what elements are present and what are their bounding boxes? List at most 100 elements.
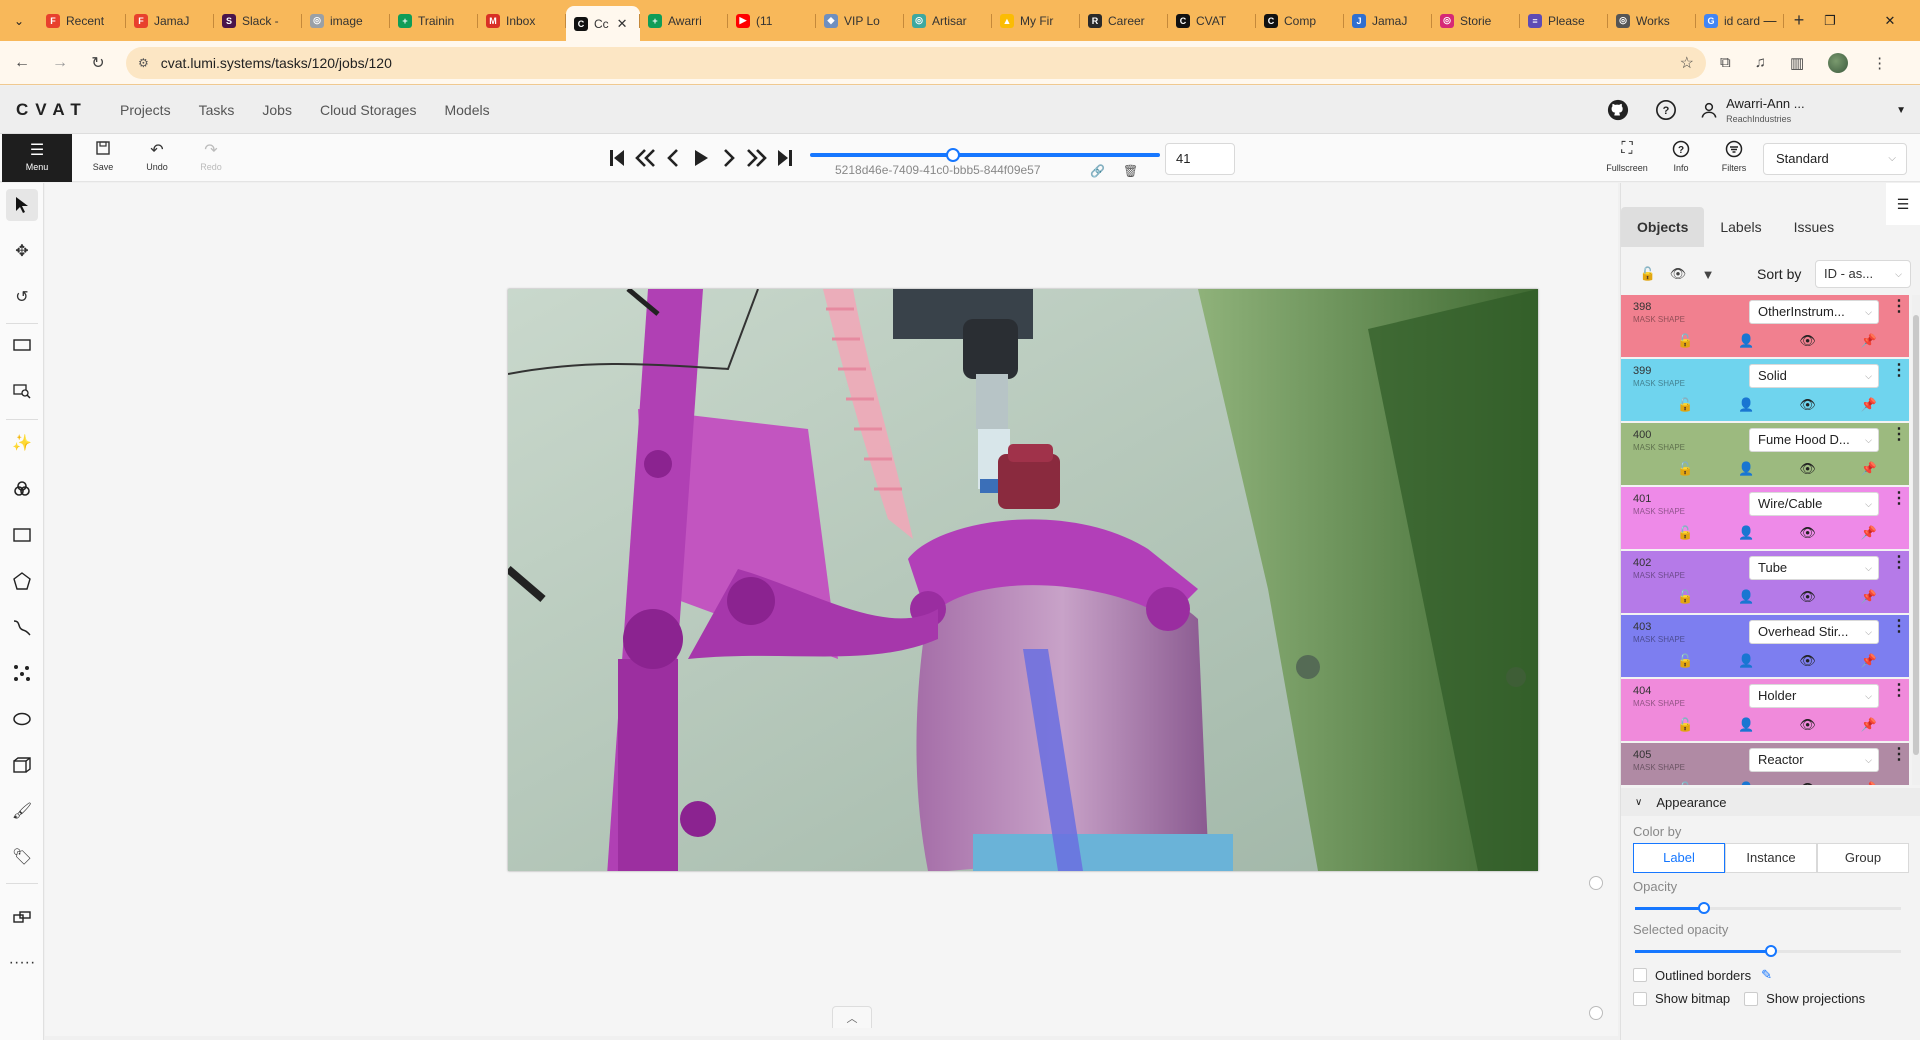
copy-link-icon[interactable]: 🔗 [1090, 164, 1105, 178]
object-menu-icon[interactable]: ⋮ [1891, 619, 1907, 635]
user-menu[interactable]: Awarri-Ann ... ReachIndustries ▼ [1700, 96, 1906, 124]
expand-all-icon[interactable]: ▼ [1693, 267, 1723, 282]
pin-icon[interactable]: 📌 [1861, 781, 1877, 785]
filters-button[interactable]: Filters [1709, 140, 1759, 173]
github-icon[interactable] [1604, 96, 1632, 124]
user-icon[interactable]: 👤 [1738, 717, 1754, 733]
object-menu-icon[interactable]: ⋮ [1891, 363, 1907, 379]
save-button[interactable]: Save [81, 140, 125, 180]
draw-mask-tool[interactable]: 🖌 [6, 795, 38, 827]
browser-tab[interactable]: + Awarri [640, 6, 728, 36]
browser-tab[interactable]: M Inbox [478, 6, 566, 36]
user-icon[interactable]: 👤 [1738, 781, 1754, 785]
browser-tab[interactable]: ◎ image [302, 6, 390, 36]
object-label-select[interactable]: Wire/Cable ⌵ [1749, 492, 1879, 516]
outlined-borders-checkbox[interactable] [1633, 968, 1647, 982]
color-picker-icon[interactable]: ✎ [1761, 967, 1772, 983]
draw-polyline-tool[interactable] [6, 611, 38, 643]
object-menu-icon[interactable]: ⋮ [1891, 491, 1907, 507]
lock-icon[interactable]: 🔓 [1677, 653, 1693, 669]
object-label-select[interactable]: Holder ⌵ [1749, 684, 1879, 708]
next-frame-button[interactable] [718, 146, 740, 170]
sort-by-select[interactable]: ID - as... ⌵ [1815, 260, 1911, 288]
fast-forward-button[interactable] [746, 146, 768, 170]
object-item[interactable]: 398 MASK SHAPE OtherInstrum... ⌵ ⋮ 🔓 👤 👁 📌 [1621, 295, 1909, 357]
lock-icon[interactable]: 🔓 [1677, 525, 1693, 541]
browser-tab[interactable]: C CVAT [1168, 6, 1256, 36]
browser-tab[interactable]: F Recent [38, 6, 126, 36]
profile-avatar[interactable] [1828, 52, 1849, 73]
draw-polygon-tool[interactable] [6, 565, 38, 597]
nav-projects[interactable]: Projects [120, 102, 171, 118]
openvino-tool[interactable] [6, 473, 38, 505]
opacity-slider[interactable] [1635, 902, 1920, 914]
browser-tab[interactable]: ◎ Storie [1432, 6, 1520, 36]
visibility-icon[interactable]: 👁 [1799, 653, 1816, 669]
visibility-icon[interactable]: 👁 [1799, 589, 1816, 605]
lock-icon[interactable]: 🔓 [1677, 717, 1693, 733]
draw-ellipse-tool[interactable] [6, 703, 38, 735]
lock-icon[interactable]: 🔓 [1677, 589, 1693, 605]
object-item[interactable]: 401 MASK SHAPE Wire/Cable ⌵ ⋮ 🔓 👤 👁 📌 [1621, 487, 1909, 549]
user-icon[interactable]: 👤 [1738, 397, 1754, 413]
show-bitmap-checkbox[interactable] [1633, 991, 1647, 1006]
selected-opacity-slider[interactable] [1635, 945, 1920, 957]
pin-icon[interactable]: 📌 [1861, 653, 1877, 669]
object-menu-icon[interactable]: ⋮ [1891, 299, 1907, 315]
object-label-select[interactable]: Solid ⌵ [1749, 364, 1879, 388]
minimize-button[interactable]: — [1740, 0, 1800, 41]
user-icon[interactable]: 👤 [1738, 461, 1754, 477]
pin-icon[interactable]: 📌 [1861, 461, 1877, 477]
merge-tool[interactable] [6, 901, 38, 933]
user-icon[interactable]: 👤 [1738, 589, 1754, 605]
media-control-icon[interactable]: ♫ [1755, 54, 1766, 71]
menu-button[interactable]: ☰ Menu [2, 134, 72, 182]
visibility-icon[interactable]: 👁 [1799, 397, 1816, 413]
show-projections-checkbox[interactable] [1744, 991, 1759, 1006]
more-tools[interactable]: ····· [6, 947, 38, 979]
first-frame-button[interactable] [606, 146, 628, 170]
visibility-icon[interactable]: 👁 [1799, 333, 1816, 349]
last-frame-button[interactable] [774, 146, 796, 170]
nav-jobs[interactable]: Jobs [262, 102, 292, 118]
lock-icon[interactable]: 🔓 [1677, 397, 1693, 413]
frame-slider[interactable] [810, 153, 1160, 157]
objects-scrollbar[interactable] [1912, 295, 1920, 785]
object-menu-icon[interactable]: ⋮ [1891, 683, 1907, 699]
cursor-tool[interactable] [6, 189, 38, 221]
user-icon[interactable]: 👤 [1738, 525, 1754, 541]
object-menu-icon[interactable]: ⋮ [1891, 747, 1907, 763]
undo-button[interactable]: ↶ Undo [135, 140, 179, 180]
visibility-icon[interactable]: 👁 [1799, 781, 1816, 785]
restore-button[interactable]: ❐ [1800, 0, 1860, 41]
rotate-tool[interactable]: ↺ [6, 281, 38, 313]
back-button[interactable]: ← [6, 47, 38, 79]
color-by-instance[interactable]: Instance [1725, 843, 1817, 873]
tab-search-button[interactable]: ⌄ [0, 6, 38, 36]
browser-tab[interactable]: R Career [1080, 6, 1168, 36]
browser-tab[interactable]: S Slack - [214, 6, 302, 36]
browser-tab[interactable]: C Comp [1256, 6, 1344, 36]
collapse-panel-button[interactable]: ︿ [832, 1006, 872, 1028]
close-window-button[interactable]: ✕ [1860, 0, 1920, 41]
info-button[interactable]: ? Info [1656, 140, 1706, 173]
redo-button[interactable]: ↷ Redo [189, 140, 233, 180]
visibility-icon[interactable]: 👁 [1799, 525, 1816, 541]
show-all-icon[interactable]: 👁 [1663, 266, 1693, 282]
browser-tab[interactable]: ▲ My Fir [992, 6, 1080, 36]
sidebar-collapse-icon[interactable]: ☰ [1886, 183, 1920, 225]
browser-tab[interactable]: ▶ (11 [728, 6, 816, 36]
bookmark-star-icon[interactable]: ☆ [1680, 53, 1694, 73]
site-info-icon[interactable]: ⚙ [138, 56, 149, 70]
nav-cloud-storages[interactable]: Cloud Storages [320, 102, 417, 118]
object-item[interactable]: 404 MASK SHAPE Holder ⌵ ⋮ 🔓 👤 👁 📌 [1621, 679, 1909, 741]
tag-tool[interactable]: 🏷 [6, 841, 38, 873]
lock-all-icon[interactable]: 🔓 [1633, 266, 1663, 282]
cvat-logo[interactable]: CVAT [16, 100, 106, 120]
object-item[interactable]: 405 MASK SHAPE Reactor⌵ ⋮ 🔓 👤 👁 📌 [1621, 743, 1909, 785]
pin-icon[interactable]: 📌 [1861, 333, 1877, 349]
help-icon[interactable]: ? [1652, 96, 1680, 124]
draw-cuboid-tool[interactable] [6, 749, 38, 781]
tab-issues[interactable]: Issues [1778, 207, 1850, 247]
magic-wand-tool[interactable]: ✨ [6, 427, 38, 459]
